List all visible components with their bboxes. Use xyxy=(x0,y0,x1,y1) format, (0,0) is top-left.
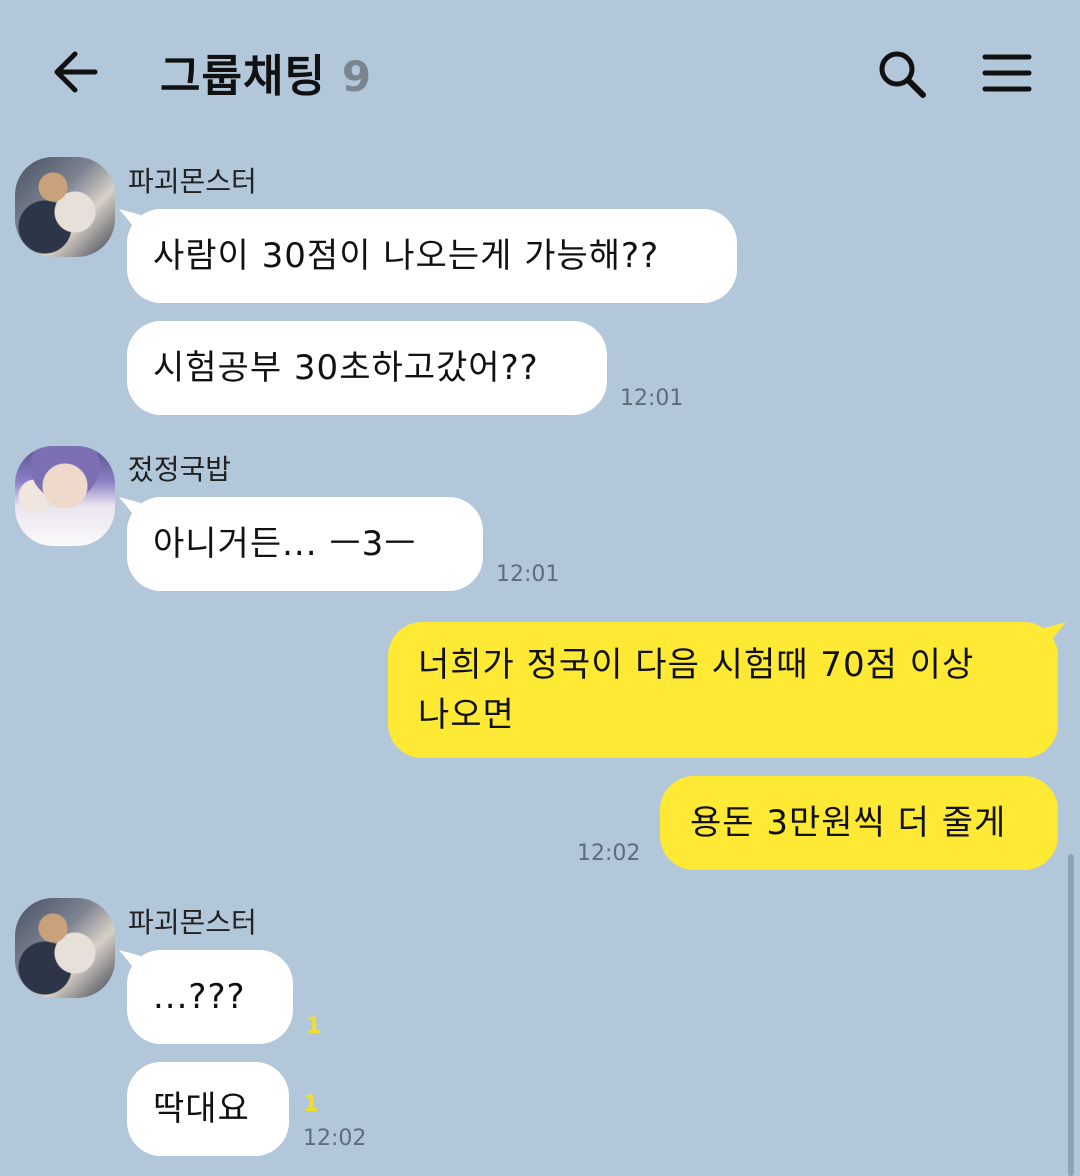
bubble-tail xyxy=(119,950,141,972)
arrow-left-icon xyxy=(51,50,101,98)
unread-count: 1 xyxy=(306,1014,322,1039)
menu-button[interactable] xyxy=(978,48,1036,102)
back-button[interactable] xyxy=(48,48,104,100)
message-text: 사람이 30점이 나오는게 가능해?? xyxy=(153,236,660,276)
unread-count: 1 xyxy=(303,1092,319,1117)
message-bubble[interactable]: ...??? xyxy=(119,950,293,1044)
message-bubble[interactable]: 아니거든... ㅡ3ㅡ xyxy=(119,497,483,591)
message-time: 12:02 xyxy=(303,1126,367,1151)
sender-name: 젔정국밥 xyxy=(128,453,232,486)
chat-title-group: 그룹채팅 9 xyxy=(160,40,371,110)
my-message-bubble[interactable]: 용돈 3만원씩 더 줄게 xyxy=(660,776,1058,870)
message-time: 12:02 xyxy=(577,841,641,866)
message-text: 용돈 3만원씩 더 줄게 xyxy=(690,803,1007,843)
message-text: 시험공부 30초하고갔어?? xyxy=(153,348,539,388)
message-time: 12:01 xyxy=(620,386,684,411)
sender-avatar[interactable] xyxy=(15,446,115,546)
sender-name: 파괴몬스터 xyxy=(128,165,257,198)
sender-avatar[interactable] xyxy=(15,898,115,998)
message-bubble[interactable]: 시험공부 30초하고갔어?? xyxy=(127,321,607,415)
scrollbar[interactable] xyxy=(1068,854,1074,1176)
sender-name: 파괴몬스터 xyxy=(128,906,257,939)
sender-avatar[interactable] xyxy=(15,157,115,257)
message-text-line: 나오면 xyxy=(418,695,515,735)
message-text-line: 너희가 정국이 다음 시험때 70점 이상 xyxy=(418,645,975,685)
message-text: 딱대요 xyxy=(153,1089,250,1129)
my-message-bubble[interactable]: 너희가 정국이 다음 시험때 70점 이상 나오면 xyxy=(388,622,1066,758)
hamburger-menu-icon xyxy=(982,52,1032,98)
chat-header: 그룹채팅 9 xyxy=(0,0,1080,140)
member-count: 9 xyxy=(341,52,372,101)
chat-title: 그룹채팅 xyxy=(160,51,326,102)
message-text: 아니거든... ㅡ3ㅡ xyxy=(153,524,417,564)
search-icon xyxy=(876,48,928,104)
message-bubble[interactable]: 사람이 30점이 나오는게 가능해?? xyxy=(119,209,737,303)
message-bubble[interactable]: 딱대요 xyxy=(127,1062,289,1156)
bubble-tail xyxy=(119,209,141,231)
message-time: 12:01 xyxy=(496,562,560,587)
search-button[interactable] xyxy=(872,46,932,106)
bubble-tail xyxy=(119,497,141,519)
message-text: ...??? xyxy=(153,977,246,1017)
bubble-tail xyxy=(1044,622,1066,644)
